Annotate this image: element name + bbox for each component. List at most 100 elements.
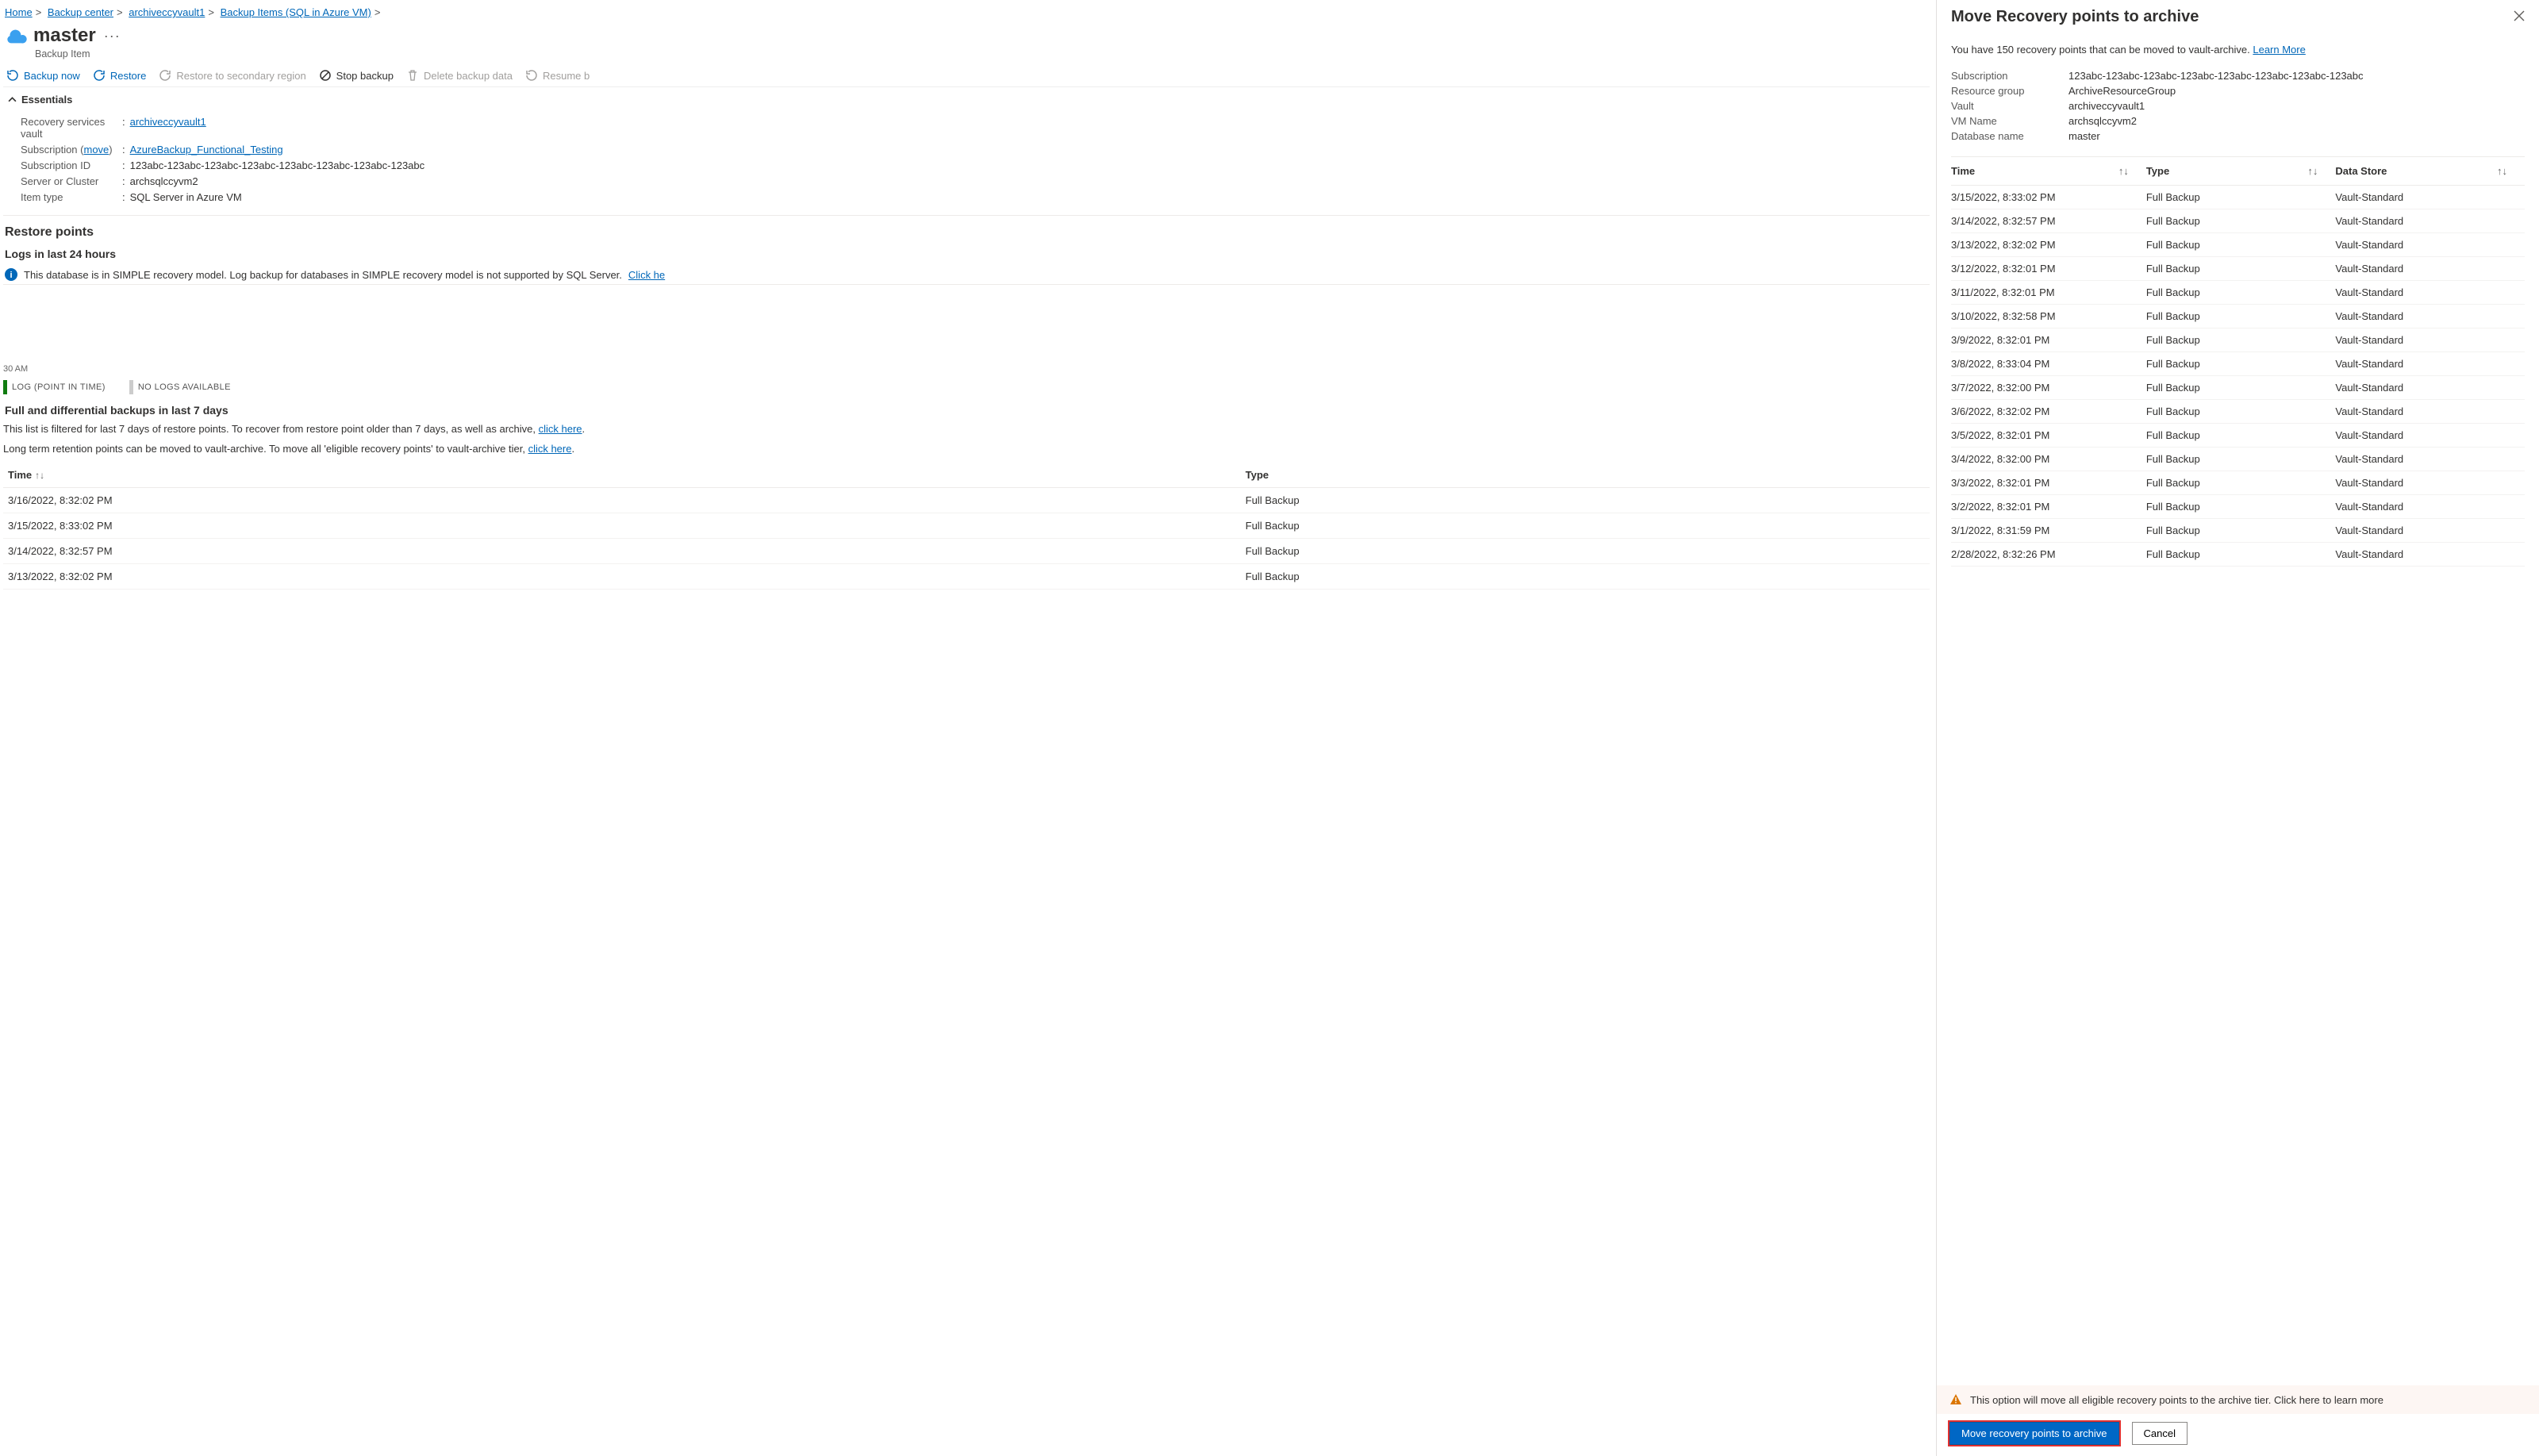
essentials-link[interactable]: AzureBackup_Functional_Testing — [130, 144, 283, 156]
recovery-points-table-wrap[interactable]: Time↑↓ Type↑↓ Data Store↑↓ 3/15/2022, 8:… — [1951, 156, 2525, 1379]
timeline-tick: 30 AM — [3, 364, 1930, 374]
page-title-row: master ··· — [5, 25, 1930, 47]
cell-time: 3/15/2022, 8:33:02 PM — [1951, 186, 2146, 209]
cell-store: Vault-Standard — [2335, 448, 2525, 471]
timeline-legend: LOG (POINT IN TIME) NO LOGS AVAILABLE — [3, 380, 1930, 394]
panel-header: Move Recovery points to archive — [1937, 0, 2539, 31]
cell-store: Vault-Standard — [2335, 305, 2525, 328]
panel-description: You have 150 recovery points that can be… — [1951, 44, 2525, 56]
cell-time: 3/13/2022, 8:32:02 PM — [3, 563, 1241, 589]
cell-type: Full Backup — [2146, 233, 2336, 257]
cell-store: Vault-Standard — [2335, 519, 2525, 543]
meta-row: Vaultarchiveccyvault1 — [1951, 100, 2525, 112]
breadcrumb-item[interactable]: Backup center — [48, 6, 113, 18]
cell-store: Vault-Standard — [2335, 424, 2525, 448]
learn-more-link[interactable]: Learn More — [2253, 44, 2305, 56]
table-row[interactable]: 3/13/2022, 8:32:02 PMFull Backup — [3, 563, 1930, 589]
info-banner: i This database is in SIMPLE recovery mo… — [3, 265, 1930, 285]
cancel-button[interactable]: Cancel — [2132, 1422, 2188, 1445]
logs-heading: Logs in last 24 hours — [5, 248, 1928, 260]
delete-backup-button: Delete backup data — [406, 69, 513, 82]
table-row[interactable]: 3/11/2022, 8:32:01 PMFull BackupVault-St… — [1951, 281, 2525, 305]
table-row[interactable]: 2/28/2022, 8:32:26 PMFull BackupVault-St… — [1951, 543, 2525, 567]
cell-time: 3/3/2022, 8:32:01 PM — [1951, 471, 2146, 495]
close-button[interactable] — [2514, 10, 2525, 24]
meta-value: master — [2068, 130, 2100, 142]
meta-key: Resource group — [1951, 85, 2068, 97]
cell-type: Full Backup — [2146, 471, 2336, 495]
restore-secondary-icon — [159, 69, 171, 82]
cell-time: 3/10/2022, 8:32:58 PM — [1951, 305, 2146, 328]
backup-now-button[interactable]: Backup now — [6, 69, 80, 82]
table-row[interactable]: 3/8/2022, 8:33:04 PMFull BackupVault-Sta… — [1951, 352, 2525, 376]
cell-store: Vault-Standard — [2335, 281, 2525, 305]
meta-value: archiveccyvault1 — [2068, 100, 2145, 112]
table-row[interactable]: 3/6/2022, 8:32:02 PMFull BackupVault-Sta… — [1951, 400, 2525, 424]
command-bar: Backup now Restore Restore to secondary … — [3, 64, 1930, 87]
resume-icon — [525, 69, 538, 82]
essentials-label: Subscription (move) — [21, 144, 122, 156]
breadcrumb-item[interactable]: Backup Items (SQL in Azure VM) — [221, 6, 371, 18]
stop-backup-button[interactable]: Stop backup — [319, 69, 394, 82]
cell-time: 3/2/2022, 8:32:01 PM — [1951, 495, 2146, 519]
table-row[interactable]: 3/14/2022, 8:32:57 PMFull Backup — [3, 538, 1930, 563]
move-archive-button[interactable]: Move recovery points to archive — [1949, 1422, 2119, 1445]
page-subtitle: Backup Item — [35, 48, 1930, 60]
essentials-link[interactable]: archiveccyvault1 — [130, 116, 206, 128]
archive-description: Long term retention points can be moved … — [3, 441, 1930, 458]
table-row[interactable]: 3/12/2022, 8:32:01 PMFull BackupVault-St… — [1951, 257, 2525, 281]
table-row[interactable]: 3/9/2022, 8:32:01 PMFull BackupVault-Sta… — [1951, 328, 2525, 352]
essentials-label: Item type — [21, 191, 122, 203]
cell-time: 3/9/2022, 8:32:01 PM — [1951, 328, 2146, 352]
cell-type: Full Backup — [2146, 281, 2336, 305]
restore-button[interactable]: Restore — [93, 69, 147, 82]
breadcrumb-item[interactable]: archiveccyvault1 — [129, 6, 205, 18]
archive-link[interactable]: click here — [528, 443, 572, 455]
breadcrumb-item[interactable]: Home — [5, 6, 33, 18]
table-row[interactable]: 3/15/2022, 8:33:02 PMFull BackupVault-St… — [1951, 186, 2525, 209]
resume-backup-button: Resume b — [525, 69, 590, 82]
restore-icon — [93, 69, 106, 82]
essentials-label: Recovery services vault — [21, 116, 122, 140]
cell-time: 3/13/2022, 8:32:02 PM — [1951, 233, 2146, 257]
col-type[interactable]: Type↑↓ — [2146, 157, 2336, 186]
cell-type: Full Backup — [2146, 257, 2336, 281]
filter-link[interactable]: click here — [539, 423, 582, 435]
col-time[interactable]: Time↑↓ — [1951, 157, 2146, 186]
table-row[interactable]: 3/13/2022, 8:32:02 PMFull BackupVault-St… — [1951, 233, 2525, 257]
cell-time: 3/15/2022, 8:33:02 PM — [3, 513, 1241, 538]
table-row[interactable]: 3/7/2022, 8:32:00 PMFull BackupVault-Sta… — [1951, 376, 2525, 400]
cell-type: Full Backup — [2146, 305, 2336, 328]
table-row[interactable]: 3/5/2022, 8:32:01 PMFull BackupVault-Sta… — [1951, 424, 2525, 448]
table-row[interactable]: 3/3/2022, 8:32:01 PMFull BackupVault-Sta… — [1951, 471, 2525, 495]
table-row[interactable]: 3/15/2022, 8:33:02 PMFull Backup — [3, 513, 1930, 538]
warning-banner: This option will move all eligible recov… — [1937, 1385, 2539, 1414]
info-banner-link[interactable]: Click he — [628, 269, 665, 281]
table-row[interactable]: 3/10/2022, 8:32:58 PMFull BackupVault-St… — [1951, 305, 2525, 328]
cell-store: Vault-Standard — [2335, 471, 2525, 495]
more-icon[interactable]: ··· — [104, 28, 121, 44]
meta-key: Database name — [1951, 130, 2068, 142]
table-row[interactable]: 3/4/2022, 8:32:00 PMFull BackupVault-Sta… — [1951, 448, 2525, 471]
essentials-label: Server or Cluster — [21, 175, 122, 187]
col-type[interactable]: Type — [1241, 463, 1930, 488]
table-row[interactable]: 3/1/2022, 8:31:59 PMFull BackupVault-Sta… — [1951, 519, 2525, 543]
archive-panel: Move Recovery points to archive You have… — [1936, 0, 2539, 1456]
cell-type: Full Backup — [2146, 186, 2336, 209]
info-icon: i — [5, 268, 17, 281]
table-row[interactable]: 3/14/2022, 8:32:57 PMFull BackupVault-St… — [1951, 209, 2525, 233]
essentials-toggle[interactable]: Essentials — [3, 87, 1930, 112]
col-time[interactable]: Time↑↓ — [3, 463, 1241, 488]
col-store[interactable]: Data Store↑↓ — [2335, 157, 2525, 186]
cell-store: Vault-Standard — [2335, 376, 2525, 400]
cell-time: 3/14/2022, 8:32:57 PM — [1951, 209, 2146, 233]
move-link[interactable]: move — [83, 144, 109, 156]
panel-footer: Move recovery points to archive Cancel — [1937, 1414, 2539, 1456]
table-row[interactable]: 3/16/2022, 8:32:02 PMFull Backup — [3, 487, 1930, 513]
close-icon — [2514, 10, 2525, 21]
cell-store: Vault-Standard — [2335, 543, 2525, 567]
svg-text:i: i — [10, 271, 12, 280]
backup-item-icon — [5, 25, 27, 47]
table-row[interactable]: 3/2/2022, 8:32:01 PMFull BackupVault-Sta… — [1951, 495, 2525, 519]
warning-icon — [1949, 1393, 1962, 1406]
